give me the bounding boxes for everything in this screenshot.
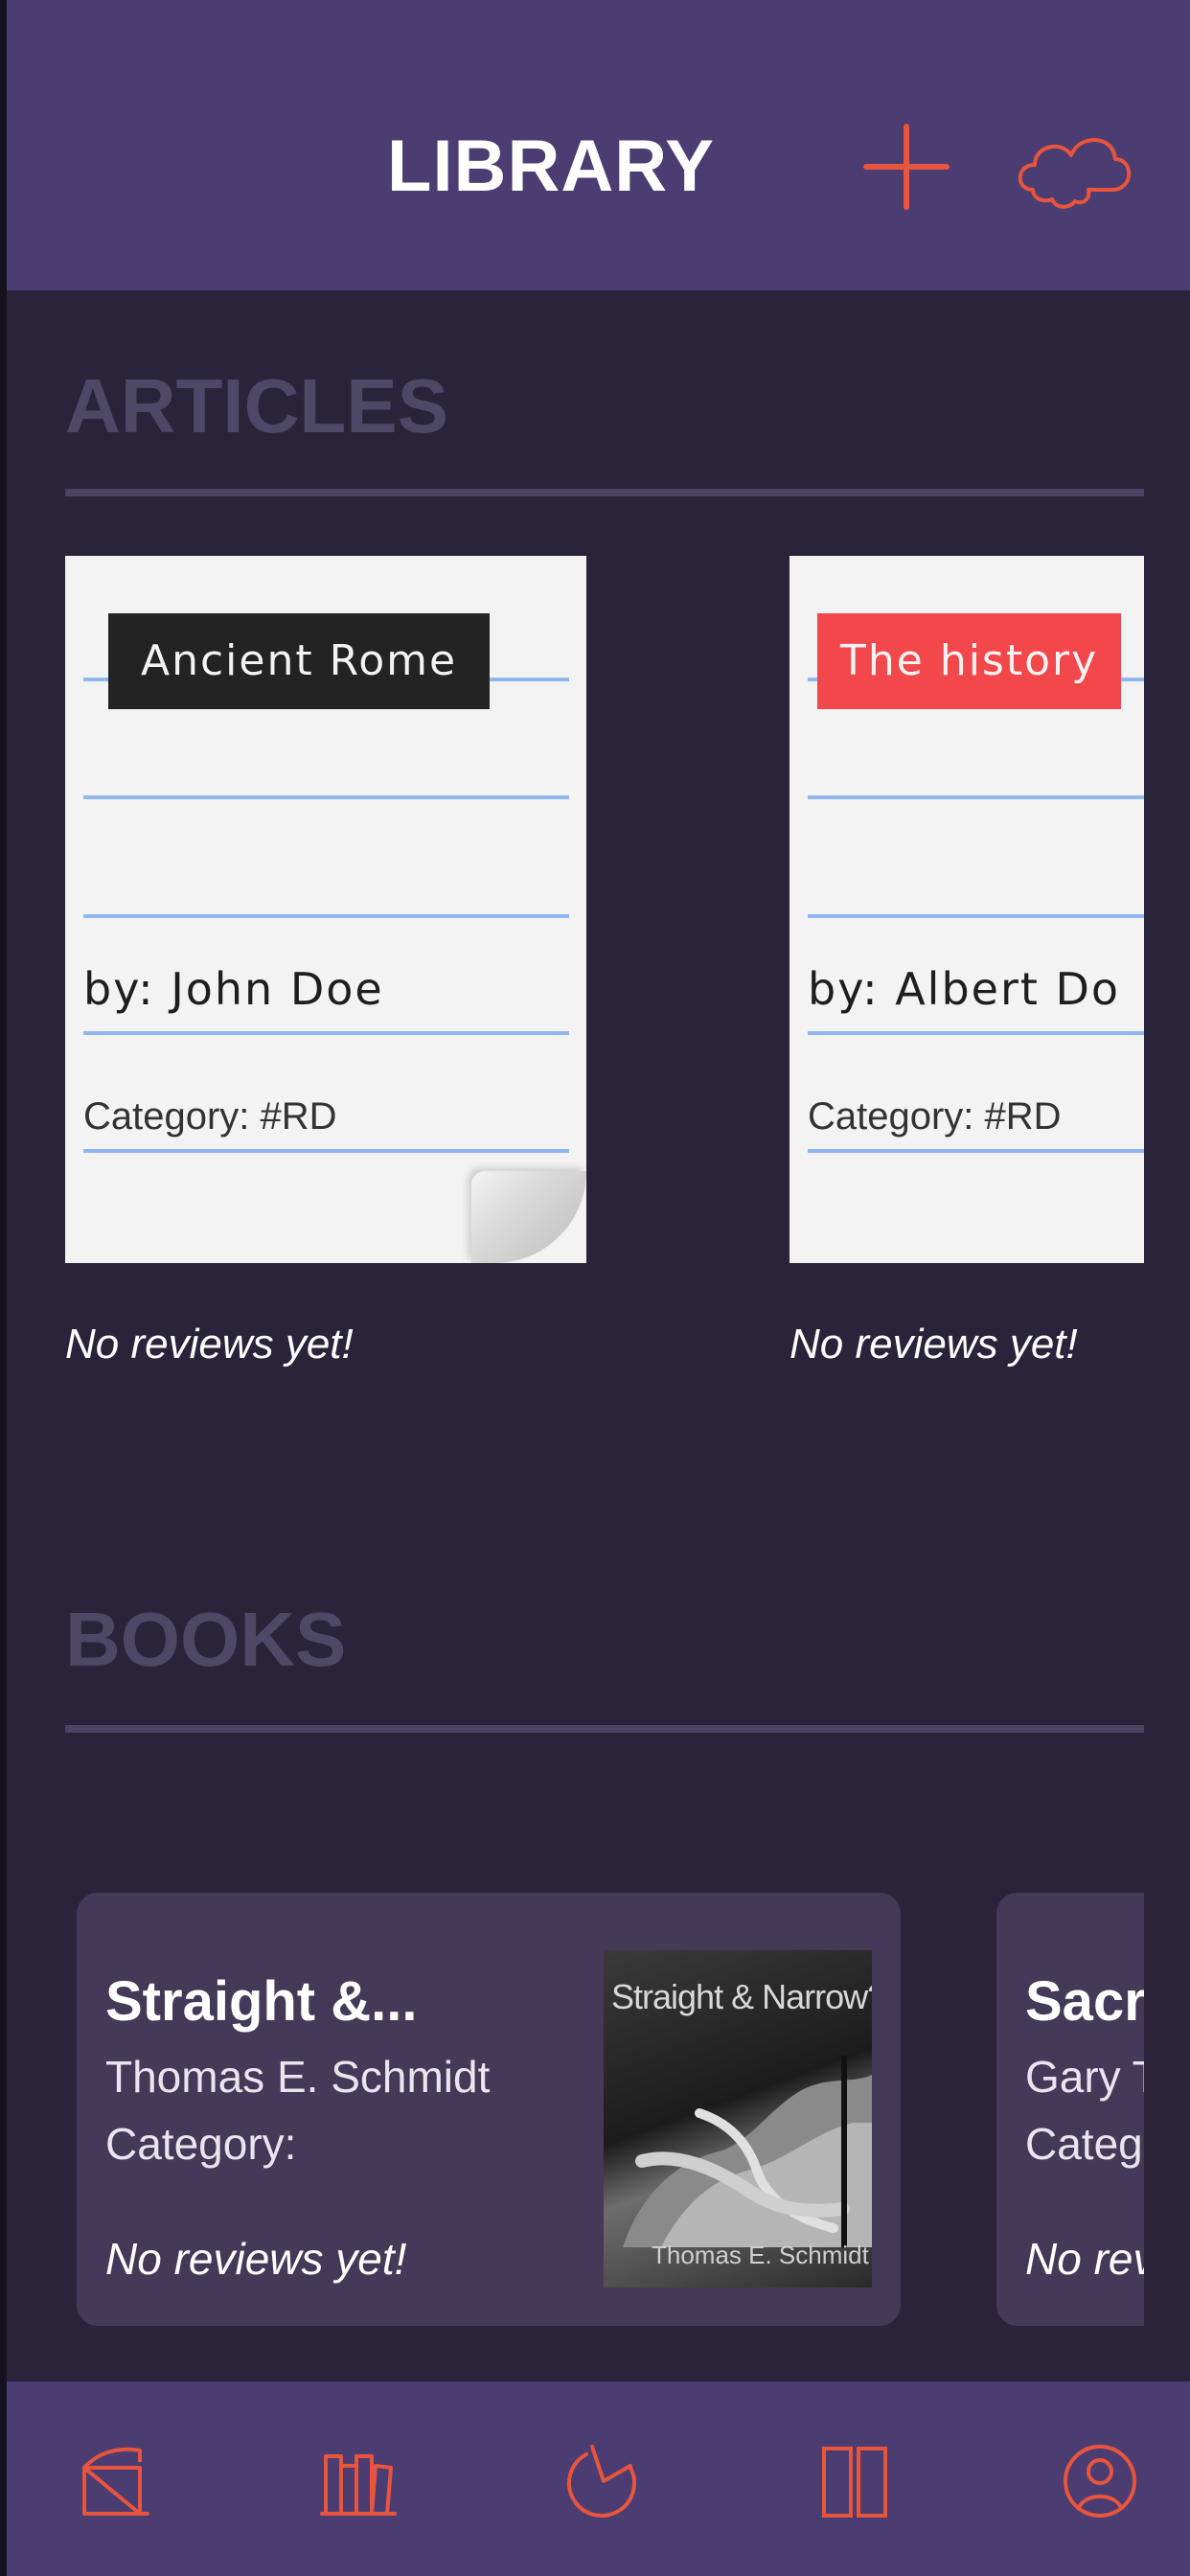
app-header: LIBRARY [0,0,1190,290]
book-cover-image: Straight & Narrow? Thomas E. Schmidt [604,1950,872,2288]
page-curl-icon [471,1171,586,1263]
profile-icon[interactable] [1060,2439,1140,2519]
book-title: Straight &... [105,1970,418,2033]
book-review-status: No rev [1025,2234,1144,2284]
article-review-status: No reviews yet! [790,1321,1078,1368]
articles-heading: ARTICLES [65,363,448,448]
paper-line [83,1031,569,1035]
paper-line [83,795,569,799]
cover-hands-art [623,2056,872,2247]
cover-title: Straight & Narrow? [611,1977,872,2016]
book-author: Gary T [1025,2052,1144,2102]
library-icon[interactable] [318,2439,399,2519]
book-category: Categ [1025,2119,1143,2169]
paper-line [83,1149,569,1153]
article-tag: Ancient Rome [108,613,491,709]
article-category: Category: #RD [83,1095,337,1138]
paper-line [808,1031,1144,1035]
article-card[interactable]: Ancient Rome by: John Doe Category: #RD [65,556,586,1263]
article-tag: The history [817,613,1122,709]
article-card[interactable]: The history by: Albert Do Category: #RD [790,556,1144,1263]
cover-author: Thomas E. Schmidt [652,2241,869,2269]
article-review-status: No reviews yet! [65,1321,354,1368]
article-author: by: John Doe [83,963,384,1015]
paper-line [808,795,1144,799]
book-title: Sacr [1025,1970,1144,2033]
books-carousel[interactable]: Straight &... Thomas E. Schmidt Category… [65,1893,1144,2334]
library-screen: LIBRARY ARTICLES Ancient Rome by: John D… [0,0,1190,2576]
bottom-tab-bar [0,2381,1190,2576]
article-category: Category: #RD [808,1095,1062,1138]
stats-icon[interactable] [563,2439,644,2519]
article-author: by: Albert Do [808,963,1121,1015]
books-divider [65,1725,1144,1733]
paper-line [83,914,569,918]
plus-icon[interactable] [862,123,950,211]
paper-line [808,1149,1144,1153]
paper-line [808,914,1144,918]
book-category: Category: [105,2119,297,2169]
reading-icon[interactable] [814,2439,895,2519]
book-author: Thomas E. Schmidt [105,2052,491,2102]
articles-carousel[interactable]: Ancient Rome by: John Doe Category: #RD … [65,556,1144,1418]
books-heading: BOOKS [65,1597,347,1682]
cloud-icon[interactable] [1014,123,1134,211]
book-review-status: No reviews yet! [105,2234,407,2284]
home-icon[interactable] [75,2439,155,2519]
articles-divider [65,489,1144,496]
book-card[interactable]: Straight &... Thomas E. Schmidt Category… [77,1893,901,2326]
window-edge [0,0,7,2576]
book-card[interactable]: Sacr Gary T Categ No rev [996,1893,1144,2326]
